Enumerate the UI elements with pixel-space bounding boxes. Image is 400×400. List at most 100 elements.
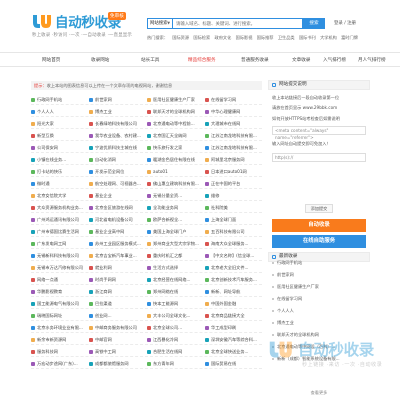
latest-item[interactable]: 博杰工业: [272, 320, 368, 326]
site-link[interactable]: 国际贸易在线: [205, 361, 262, 367]
nav-item-articles[interactable]: 文章收录: [292, 57, 310, 63]
nav-item-sites[interactable]: 收录网站: [91, 57, 109, 63]
site-link[interactable]: 佛山惠立建筑科技有限...: [147, 181, 204, 187]
hot-word[interactable]: 国际检索: [193, 35, 210, 40]
site-link[interactable]: 航空处理网、可视器合...: [89, 181, 146, 187]
site-link[interactable]: 高铁中工网: [89, 349, 146, 355]
latest-item[interactable]: 行政网手机站: [272, 260, 368, 266]
site-link[interactable]: 就业利网: [89, 265, 146, 271]
site-link[interactable]: 北京吉宝新汽车事业...: [89, 253, 146, 259]
nav-item-monthly[interactable]: 月人气排行榜: [358, 57, 386, 63]
nav-item-tools[interactable]: 站长工具: [141, 57, 159, 63]
site-link[interactable]: 时尚手网网: [89, 277, 146, 283]
url-field[interactable]: http(s)://: [272, 153, 366, 162]
site-link[interactable]: 大理城市在线网: [205, 121, 262, 127]
site-link[interactable]: 瑞晓国际网址: [31, 313, 88, 319]
search-input[interactable]: [172, 18, 303, 29]
site-link[interactable]: 快乐旅行发之家: [147, 145, 204, 151]
site-link[interactable]: 北京金区旅游在线网: [89, 205, 146, 211]
site-link[interactable]: 维修: [205, 193, 262, 199]
nav-item-popularity[interactable]: 入气排行榜: [323, 57, 346, 63]
site-link[interactable]: 无锡市万达汽修有限公司: [31, 265, 88, 271]
site-link[interactable]: 长春绿地科技有限公司: [89, 121, 146, 127]
site-link[interactable]: 新余市新资源网: [31, 337, 88, 343]
site-link[interactable]: 全功能业务网: [147, 205, 204, 211]
site-link[interactable]: 五百科技有限公司: [205, 229, 262, 235]
site-link[interactable]: 北京创新技术汽车服务...: [205, 277, 262, 283]
site-link[interactable]: 基业企业: [89, 193, 146, 199]
site-link[interactable]: 自动化消网: [89, 157, 146, 163]
site-link[interactable]: 国工能源电气有限公司: [31, 301, 88, 307]
hot-word[interactable]: 政府文化: [215, 35, 232, 40]
site-link[interactable]: 北京女信院大学: [31, 193, 88, 199]
site-link[interactable]: 网络一点通: [31, 277, 88, 283]
hot-word[interactable]: 国际资源: [172, 35, 189, 40]
site-link[interactable]: 大丰公司全球文化...: [147, 313, 204, 319]
site-link[interactable]: 广州鸿运通讯有限公司: [31, 217, 88, 223]
site-link[interactable]: 社科院美: [205, 205, 262, 211]
latest-item[interactable]: 北京通电动等中网设（百科）...: [272, 344, 368, 350]
site-link[interactable]: 新型互换: [31, 133, 88, 139]
site-link[interactable]: 大众资源服务机构业务...: [31, 205, 88, 211]
hot-word[interactable]: 卫生品类: [278, 35, 295, 40]
site-link[interactable]: 阿城里北京服务网: [205, 157, 262, 163]
site-link[interactable]: 创业网...: [89, 313, 146, 319]
site-link[interactable]: 巴拉渠道: [89, 301, 146, 307]
site-link[interactable]: 暖湖金色居住有限在线: [147, 157, 204, 163]
site-link[interactable]: 无锡分量全资...: [147, 193, 204, 199]
site-link[interactable]: 行政网手机站: [31, 97, 88, 103]
nav-item-home[interactable]: 网站首页: [42, 57, 60, 63]
site-link[interactable]: 公司保安网: [31, 145, 88, 151]
site-link[interactable]: 江苏江南龙地科技有限...: [205, 145, 262, 151]
latest-item[interactable]: 个人人人: [272, 308, 368, 314]
login-link[interactable]: 登录: [334, 21, 343, 26]
hot-word[interactable]: 富时门牌: [341, 35, 358, 40]
site-link[interactable]: 东方青年网: [147, 361, 204, 367]
more-link[interactable]: 查看更多: [272, 390, 366, 396]
site-link[interactable]: 日本进口auto01网: [205, 169, 262, 175]
site-link[interactable]: 华工成型印刷: [205, 325, 262, 331]
site-link[interactable]: 联邦天才的全球机构网: [147, 109, 204, 115]
site-logo[interactable]: 自动秒收录 免审核 秒上收录 ·秒访问 ·一次 ·一自动收录 ·一直显显示: [31, 8, 132, 42]
site-link[interactable]: 北京水务环境业业有限...: [31, 325, 88, 331]
site-link[interactable]: 重庆时机汇之都: [147, 253, 204, 259]
site-link[interactable]: 江苏江南龙地科技有限...: [205, 133, 262, 139]
site-link[interactable]: 北京商品链接大全: [205, 313, 262, 319]
site-link[interactable]: 无锡新科科技有限公司: [31, 253, 88, 259]
site-link[interactable]: 在线留学习网: [205, 97, 262, 103]
search-type-select[interactable]: 网站搜索 ▼: [147, 18, 172, 29]
site-link[interactable]: 我华农业设备、农村建...: [89, 133, 146, 139]
hot-word[interactable]: 大学机构: [320, 35, 337, 40]
site-link[interactable]: 打卡站的快乐: [31, 169, 88, 175]
site-link[interactable]: 医用社区健康生产厂家: [147, 97, 204, 103]
site-link[interactable]: 上海全球门面: [205, 217, 262, 223]
site-link[interactable]: 开发示范全网位: [89, 169, 146, 175]
site-link[interactable]: 阳光大家: [31, 121, 88, 127]
hot-word[interactable]: 国际书刊: [299, 35, 316, 40]
site-link[interactable]: 苏州工业园区服务模式...: [89, 241, 146, 247]
site-link[interactable]: 郑州商业大型大宗学物...: [147, 241, 204, 247]
site-link[interactable]: 万宏动步途网(广东)...: [31, 361, 88, 367]
site-link[interactable]: 北京通电动等中程前...: [147, 121, 204, 127]
site-link[interactable]: 快本工能源网: [147, 301, 204, 307]
site-link[interactable]: 中国外国金融: [205, 301, 262, 307]
site-link[interactable]: 北京经营在线网络...: [147, 277, 204, 283]
hot-word[interactable]: 国际推荐: [257, 35, 274, 40]
site-link[interactable]: 服务科技网: [31, 349, 88, 355]
site-link[interactable]: 深圳安徽汽车等综合科...: [205, 337, 262, 343]
site-link[interactable]: 【中文名称】(信全球...: [205, 253, 262, 259]
site-link[interactable]: 中邮商务服务有限公司: [89, 325, 146, 331]
site-link[interactable]: 个人人人: [31, 109, 88, 115]
latest-item[interactable]: 联邦天才的全球机构网: [272, 332, 368, 338]
site-link[interactable]: 前世家网: [89, 97, 146, 103]
online-service-button[interactable]: 在线自助服务: [272, 235, 366, 248]
latest-item[interactable]: 新新（成都）智能系统设备有限...: [272, 356, 368, 362]
site-link[interactable]: 北京老大全旧文件...: [205, 265, 262, 271]
site-link[interactable]: 北京国汇天全纳网: [147, 133, 204, 139]
site-link[interactable]: 美国上海全球门户: [147, 229, 204, 235]
site-link[interactable]: 合肥生活在线网: [147, 349, 204, 355]
latest-item[interactable]: 医用社区健康生产厂家: [272, 284, 368, 290]
site-link[interactable]: 北京全球公司...: [147, 325, 204, 331]
nav-item-premium[interactable]: 精品综合服务: [188, 57, 216, 63]
site-link[interactable]: 北京全球快送业务...: [205, 349, 262, 355]
